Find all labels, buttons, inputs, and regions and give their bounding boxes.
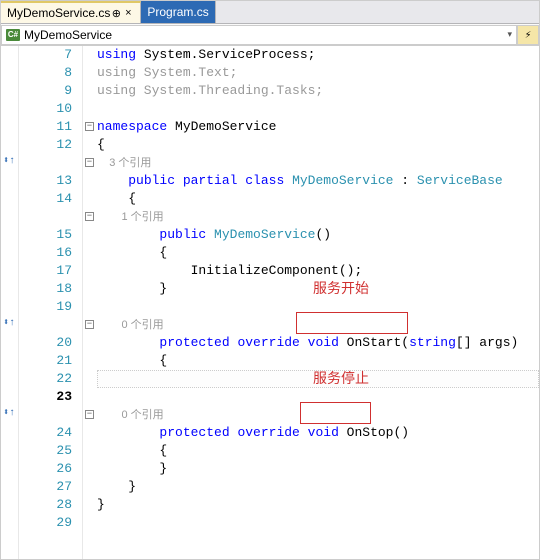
codelens-references[interactable]: 0 个引用	[97, 406, 539, 424]
codelens-references[interactable]: 3 个引用	[97, 154, 539, 172]
code-line: using System.Text;	[97, 64, 539, 82]
line-number: 21	[19, 352, 72, 370]
code-line: {	[97, 190, 539, 208]
line-number: 7	[19, 46, 72, 64]
line-number: 25	[19, 442, 72, 460]
codelens-references[interactable]: 0 个引用	[97, 316, 539, 334]
line-number: 20	[19, 316, 72, 352]
fold-toggle-icon[interactable]: −	[85, 122, 94, 131]
navigation-bar: C# MyDemoService ▾ ⚡	[1, 24, 539, 46]
code-editor[interactable]: ⬍↑ ⬍↑ ⬍↑ 7 8 9 10 11 12 13 14 15 16 17 1…	[1, 46, 539, 559]
fold-column: − − − − −	[83, 46, 97, 559]
line-number: 28	[19, 496, 72, 514]
override-indicator-icon[interactable]: ⬍↑	[3, 407, 15, 419]
code-line	[97, 100, 539, 118]
lightning-icon: ⚡	[525, 28, 532, 42]
code-line: using System.ServiceProcess;	[97, 46, 539, 64]
tab-inactive-file[interactable]: Program.cs	[141, 1, 215, 23]
code-line: namespace MyDemoService	[97, 118, 539, 136]
code-line: }	[97, 460, 539, 478]
code-line	[97, 388, 539, 406]
code-line: using System.Threading.Tasks;	[97, 82, 539, 100]
line-number: 24	[19, 406, 72, 442]
line-number: 8	[19, 64, 72, 82]
line-number: 18	[19, 280, 72, 298]
tab-label: Program.cs	[147, 5, 208, 19]
line-number: 22	[19, 370, 72, 388]
code-line: }	[97, 496, 539, 514]
class-dropdown[interactable]: C# MyDemoService ▾	[1, 25, 517, 45]
tab-bar: MyDemoService.cs ⊕ × Program.cs	[1, 1, 539, 24]
pin-icon[interactable]: ⊕	[110, 7, 122, 20]
tab-active-file[interactable]: MyDemoService.cs ⊕ ×	[1, 1, 141, 23]
line-number: 27	[19, 478, 72, 496]
line-number: 17	[19, 262, 72, 280]
line-number: 11	[19, 118, 72, 136]
line-number: 13	[19, 154, 72, 190]
fold-toggle-icon[interactable]: −	[85, 320, 94, 329]
member-dropdown[interactable]: ⚡	[517, 25, 539, 45]
code-line: public partial class MyDemoService : Ser…	[97, 172, 539, 190]
annotation-service-stop: 服务停止	[313, 368, 369, 388]
line-number: 15	[19, 208, 72, 244]
class-name: MyDemoService	[24, 28, 112, 42]
line-number: 16	[19, 244, 72, 262]
fold-toggle-icon[interactable]: −	[85, 410, 94, 419]
code-line	[97, 514, 539, 532]
line-number-current: 23	[19, 388, 72, 406]
line-number: 29	[19, 514, 72, 532]
line-number-gutter: 7 8 9 10 11 12 13 14 15 16 17 18 19 20 2…	[19, 46, 83, 559]
close-icon[interactable]: ×	[122, 7, 134, 19]
code-line: protected override void OnStop()	[97, 424, 539, 442]
tab-label: MyDemoService.cs	[7, 6, 110, 20]
csharp-icon: C#	[6, 29, 20, 41]
code-line: }	[97, 478, 539, 496]
line-number: 14	[19, 190, 72, 208]
code-line: protected override void OnStart(string[]…	[97, 334, 539, 352]
line-number: 26	[19, 460, 72, 478]
code-line: public MyDemoService()	[97, 226, 539, 244]
line-number: 19	[19, 298, 72, 316]
codelens-references[interactable]: 1 个引用	[97, 208, 539, 226]
indicator-margin: ⬍↑ ⬍↑ ⬍↑	[1, 46, 19, 559]
annotation-service-start: 服务开始	[313, 278, 369, 298]
code-area[interactable]: using System.ServiceProcess; using Syste…	[97, 46, 539, 559]
code-line: {	[97, 244, 539, 262]
override-indicator-icon[interactable]: ⬍↑	[3, 317, 15, 329]
chevron-down-icon: ▾	[507, 29, 512, 40]
fold-toggle-icon[interactable]: −	[85, 212, 94, 221]
line-number: 10	[19, 100, 72, 118]
line-number: 9	[19, 82, 72, 100]
code-line	[97, 298, 539, 316]
code-line: {	[97, 442, 539, 460]
fold-toggle-icon[interactable]: −	[85, 158, 94, 167]
implements-indicator-icon[interactable]: ⬍↑	[3, 155, 15, 167]
code-line: {	[97, 136, 539, 154]
line-number: 12	[19, 136, 72, 154]
